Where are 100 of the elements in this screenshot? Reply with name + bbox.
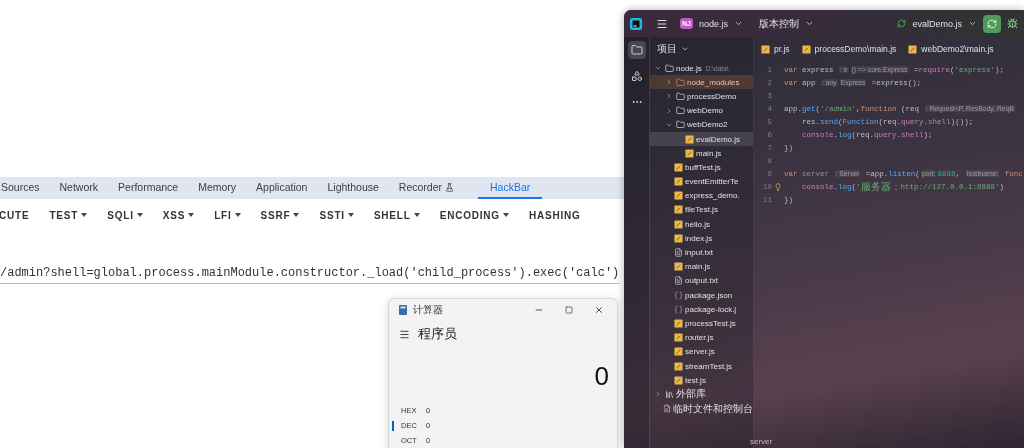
tree-item[interactable]: webDemo2 xyxy=(650,117,753,132)
folder-icon xyxy=(676,77,685,87)
hackbar-menu[interactable]: SHELL xyxy=(373,209,420,221)
js-file-icon xyxy=(761,44,770,54)
library-icon xyxy=(665,389,674,399)
vcs-menu[interactable]: 版本控制 xyxy=(759,16,799,31)
js-file-icon xyxy=(674,318,683,328)
tree-item[interactable]: node_modules xyxy=(650,75,753,90)
hackbar-menu[interactable]: XSS xyxy=(162,209,195,221)
scratch-file-icon xyxy=(663,404,671,414)
folder-icon xyxy=(665,63,674,73)
js-file-icon xyxy=(674,262,683,272)
devtools-tab[interactable]: HackBar xyxy=(478,177,543,199)
tree-item[interactable]: processDemo xyxy=(650,89,753,104)
caret-icon xyxy=(502,213,509,217)
tree-item[interactable]: hello.js xyxy=(650,217,753,232)
caret-icon xyxy=(347,213,354,217)
caret-icon xyxy=(293,213,300,217)
tree-item[interactable]: index.js xyxy=(650,231,753,246)
js-file-icon xyxy=(674,191,683,201)
devtools-tab[interactable]: Recorder xyxy=(390,177,463,199)
folder-icon xyxy=(676,106,685,116)
devtools-tab[interactable]: Memory xyxy=(190,177,245,199)
chevron-right-icon xyxy=(654,390,662,399)
js-file-icon xyxy=(801,44,811,54)
panel-title[interactable]: 项目 xyxy=(657,42,677,56)
tree-item[interactable]: evalDemo.js xyxy=(650,131,753,147)
caret-icon xyxy=(413,213,420,217)
tree-item[interactable]: fileTest.js xyxy=(650,202,753,218)
tree-item[interactable]: main.js xyxy=(650,259,753,274)
tree-item[interactable]: eventEmitterTe xyxy=(650,174,753,189)
rerun-icon xyxy=(987,18,997,29)
js-file-icon xyxy=(674,347,683,357)
run-config-icon xyxy=(897,19,907,28)
js-file-icon xyxy=(674,333,683,343)
bug-icon[interactable] xyxy=(1007,18,1018,29)
maximize-icon[interactable] xyxy=(565,306,573,314)
text-file-icon xyxy=(674,276,683,286)
rerun-button[interactable] xyxy=(983,14,1001,33)
devtools-tab[interactable]: Lighthouse xyxy=(319,177,387,199)
hackbar-menu[interactable]: SSTI xyxy=(319,209,354,221)
run-config[interactable]: evalDemo.js xyxy=(912,18,962,29)
tree-item[interactable]: output.txt xyxy=(650,273,753,288)
hackbar-menu[interactable]: ENCODING xyxy=(439,209,509,221)
hackbar-menu[interactable]: CUTE xyxy=(0,209,30,221)
js-file-icon xyxy=(674,361,683,371)
menu-icon[interactable] xyxy=(656,17,668,30)
menu-icon[interactable] xyxy=(399,328,410,340)
hackbar-menu[interactable]: LFI xyxy=(214,209,241,221)
editor-tab[interactable]: pr.js xyxy=(761,44,790,54)
structure-icon xyxy=(630,70,643,82)
chevron-down-icon xyxy=(968,19,977,28)
caret-icon xyxy=(188,213,195,217)
braces-icon xyxy=(674,304,683,314)
folder-icon xyxy=(676,120,685,130)
devtools-tab[interactable]: Performance xyxy=(110,177,187,199)
folder-icon xyxy=(630,44,643,56)
js-file-icon xyxy=(674,233,683,243)
editor-tab[interactable]: webDemo2\main.js xyxy=(908,44,994,54)
hackbar-menu[interactable]: HASHING xyxy=(528,209,581,221)
js-file-icon xyxy=(674,205,683,215)
hackbar-menu[interactable]: TEST xyxy=(49,209,88,221)
tree-item[interactable]: buffTest.js xyxy=(650,160,753,175)
tree-item[interactable]: package.json xyxy=(650,288,753,303)
window-title: 计算器 xyxy=(413,303,444,317)
devtools-tab[interactable]: Sources xyxy=(0,177,48,199)
tree-item[interactable]: server.js xyxy=(650,344,753,359)
mode-title: 程序员 xyxy=(418,325,457,343)
tree-item[interactable]: 外部库 xyxy=(650,387,753,402)
editor-tab[interactable]: processDemo\main.js xyxy=(801,44,897,54)
tree-item[interactable]: router.js xyxy=(650,330,753,345)
breadcrumb[interactable]: server xyxy=(750,437,773,446)
folder-icon xyxy=(676,91,685,101)
devtools-tab[interactable]: Application xyxy=(248,177,316,199)
calculator-display: 0 xyxy=(594,363,609,389)
caret-icon xyxy=(136,213,143,217)
hackbar-menu[interactable]: SSRF xyxy=(260,209,300,221)
tree-item[interactable]: test.js xyxy=(650,373,753,388)
caret-icon xyxy=(81,213,88,217)
tree-item[interactable]: 临时文件和控制台 xyxy=(650,401,753,416)
tree-item[interactable]: streamTest.js xyxy=(650,358,753,374)
chevron-down-icon xyxy=(805,19,814,28)
tree-item[interactable]: package-lock.j xyxy=(650,302,753,317)
js-file-icon xyxy=(674,219,683,229)
project-name[interactable]: node.js xyxy=(698,18,728,29)
tree-item[interactable]: input.txt xyxy=(650,245,753,260)
tool-window-button[interactable] xyxy=(627,41,646,59)
devtools-tab[interactable]: Network xyxy=(51,177,107,199)
text-file-icon xyxy=(674,248,683,258)
flask-icon xyxy=(445,182,455,192)
tree-item[interactable]: main.js xyxy=(650,146,753,161)
tree-item[interactable]: express_demo. xyxy=(650,188,753,203)
url-field[interactable]: /admin?shell=global.process.mainModule.constructor._load('child_process').exec('calc') xyxy=(0,266,620,284)
tree-item[interactable]: webDemo xyxy=(650,103,753,118)
lightbulb-icon[interactable] xyxy=(774,182,782,191)
js-file-icon xyxy=(685,134,694,144)
tree-item[interactable]: processTest.js xyxy=(650,316,753,331)
chevron-down-icon xyxy=(681,45,689,53)
close-icon[interactable] xyxy=(594,305,604,315)
hackbar-menu[interactable]: SQLI xyxy=(107,209,143,221)
